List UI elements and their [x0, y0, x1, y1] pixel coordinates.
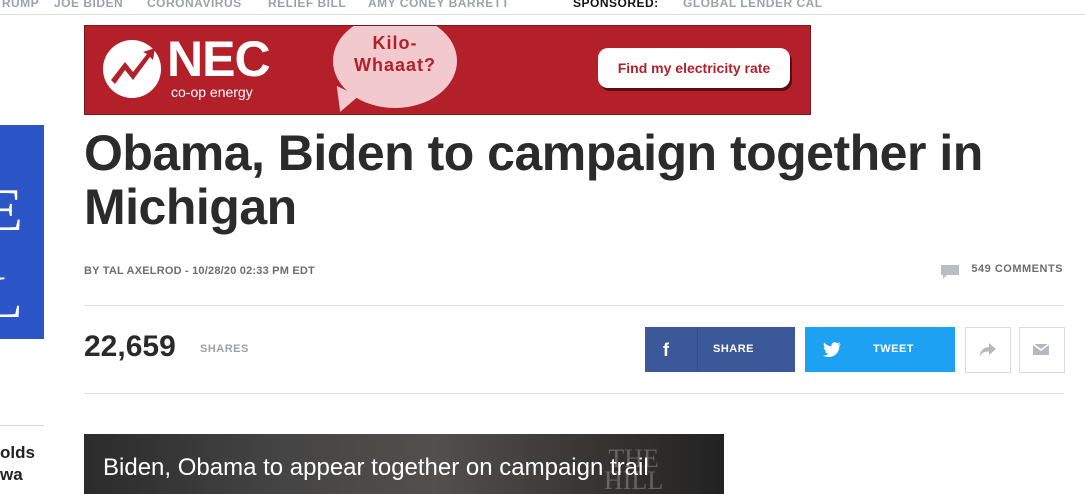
- twitter-icon: [823, 342, 841, 357]
- comment-icon: [941, 265, 960, 279]
- left-rail-story-line1: olds: [0, 443, 35, 462]
- ad-cta-button[interactable]: Find my electricity rate: [598, 48, 790, 88]
- ad-logo-bolt-icon: [103, 40, 161, 98]
- twitter-tweet-button[interactable]: TWEET: [805, 327, 955, 372]
- facebook-share-label: SHARE: [713, 343, 755, 355]
- share-count-label: SHARES: [200, 343, 249, 355]
- nav-sponsored-label: SPONSORED:: [573, 0, 659, 10]
- left-rail-story[interactable]: olds wa: [0, 442, 44, 486]
- nav-item-trump[interactable]: TRUMP: [0, 0, 39, 10]
- share-more-button[interactable]: [965, 327, 1011, 373]
- email-share-button[interactable]: [1019, 327, 1065, 373]
- email-icon: [1033, 343, 1049, 355]
- nav-item-sponsored[interactable]: GLOBAL LENDER CAL: [683, 0, 823, 10]
- facebook-icon: f: [663, 340, 669, 360]
- byline: BY TAL AXELROD - 10/28/20 02:33 PM EDT: [84, 265, 315, 277]
- facebook-share-button[interactable]: f SHARE: [645, 327, 795, 372]
- divider: [84, 393, 1064, 394]
- video-player[interactable]: THE HILL Biden, Obama to appear together…: [84, 434, 724, 494]
- page-title: Obama, Biden to campaign together in Mic…: [84, 125, 983, 235]
- ad-bubble-text: Kilo- Whaaat?: [333, 32, 457, 76]
- share-arrow-icon: [979, 343, 996, 357]
- nav-item-relief-bill[interactable]: RELIEF BILL: [268, 0, 346, 10]
- video-title: Biden, Obama to appear together on campa…: [103, 454, 649, 481]
- ad-tagline: co-op energy: [171, 84, 253, 100]
- comments-count: 549 COMMENTS: [971, 263, 1063, 275]
- site-logo[interactable]: E L: [0, 125, 44, 339]
- facebook-icon-area: f: [645, 327, 698, 372]
- share-count: 22,659: [84, 330, 176, 363]
- logo-letter-l: L: [0, 264, 23, 330]
- left-rail-divider: [0, 425, 44, 426]
- nav-item-amy-coney-barrett[interactable]: AMY CONEY BARRETT: [368, 0, 509, 10]
- top-nav: TRUMP JOE BIDEN CORONAVIRUS RELIEF BILL …: [0, 0, 1085, 15]
- twitter-tweet-label: TWEET: [873, 343, 914, 355]
- ad-bubble-line1: Kilo-: [372, 33, 418, 53]
- comments-link[interactable]: 549 COMMENTS: [941, 262, 1063, 279]
- nav-item-coronavirus[interactable]: CORONAVIRUS: [147, 0, 242, 10]
- ad-brand: NEC: [167, 31, 271, 87]
- divider: [84, 305, 1064, 306]
- nav-item-joe-biden[interactable]: JOE BIDEN: [54, 0, 123, 10]
- left-rail-story-line2: wa: [0, 465, 23, 484]
- logo-letter-e: E: [0, 177, 23, 243]
- ad-bubble-line2: Whaaat?: [353, 55, 436, 75]
- ad-banner[interactable]: NEC co-op energy Kilo- Whaaat? Find my e…: [84, 25, 811, 115]
